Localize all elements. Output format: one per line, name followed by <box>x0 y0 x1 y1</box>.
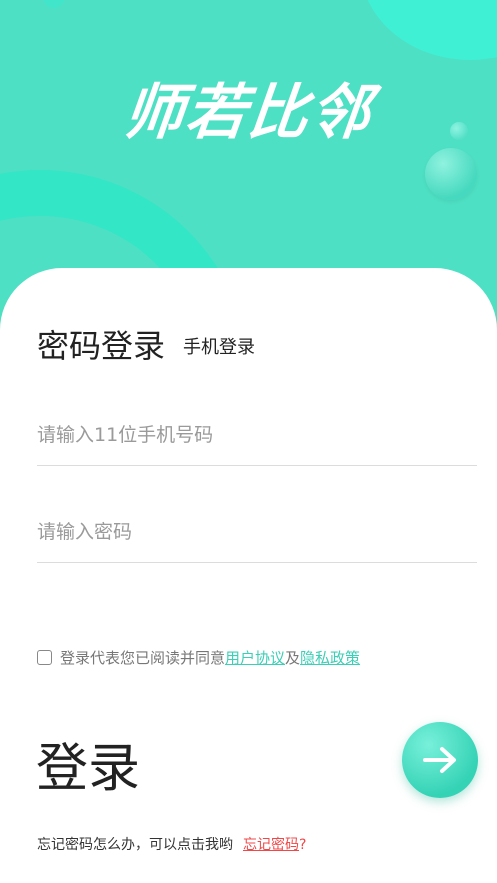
tab-phone-login[interactable]: 手机登录 <box>183 333 255 359</box>
login-card: 密码登录 手机登录 登录代表您已阅读并同意 用户协议 及 隐私政策 登录 忘记密… <box>0 268 497 883</box>
login-title: 登录 <box>36 739 141 799</box>
phone-field <box>37 405 477 466</box>
login-submit-button[interactable] <box>402 722 478 798</box>
password-field <box>37 502 477 563</box>
forgot-hint-text: 忘记密码怎么办，可以点击我哟 <box>37 837 233 853</box>
tab-password-login[interactable]: 密码登录 <box>37 321 165 367</box>
app-logo: 师若比邻 <box>120 78 376 148</box>
privacy-policy-link[interactable]: 隐私政策 <box>300 647 360 668</box>
forgot-password-link[interactable]: 忘记密码 <box>243 837 299 853</box>
password-input[interactable] <box>37 502 477 562</box>
agreement-checkbox[interactable] <box>37 649 52 665</box>
agreement-and-text: 及 <box>285 648 301 667</box>
forgot-question-mark: ? <box>299 837 307 853</box>
header-banner: 师若比邻 <box>0 0 497 300</box>
forgot-row: 忘记密码怎么办，可以点击我哟 忘记密码? <box>37 834 306 854</box>
agreement-row: 登录代表您已阅读并同意 用户协议 及 隐私政策 <box>37 646 360 668</box>
agreement-text: 登录代表您已阅读并同意 <box>60 648 226 667</box>
phone-input[interactable] <box>37 405 477 465</box>
decorative-dot <box>44 0 64 8</box>
user-agreement-link[interactable]: 用户协议 <box>225 647 285 668</box>
decorative-blob <box>360 0 497 60</box>
bubble-large-icon <box>425 148 477 200</box>
arrow-right-icon <box>423 747 456 773</box>
